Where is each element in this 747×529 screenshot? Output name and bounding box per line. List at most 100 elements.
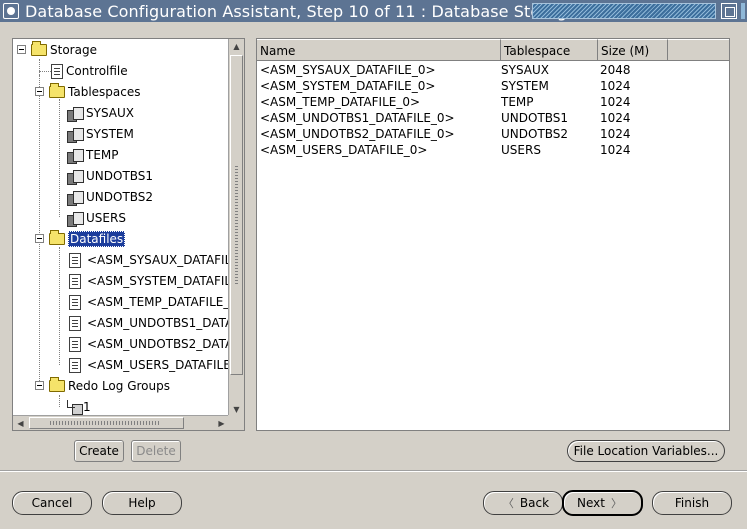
storage-tree: Storage Controlfile Tablespaces SYSAUX S… (13, 39, 229, 417)
cell-name: <ASM_UNDOTBS1_DATAFILE_0> (260, 111, 455, 125)
maximize-icon[interactable] (721, 3, 737, 19)
tree-node-storage[interactable]: Storage (17, 41, 97, 59)
column-header-tablespace[interactable]: Tablespace (501, 39, 598, 61)
tree-node-label: Datafiles (68, 231, 126, 247)
cell-name: <ASM_TEMP_DATAFILE_0> (260, 95, 421, 109)
tree-connector (59, 247, 60, 365)
tree-node-label: UNDOTBS2 (86, 190, 154, 204)
cell-name: <ASM_SYSTEM_DATAFILE_0> (260, 79, 436, 93)
tree-connector (39, 59, 40, 75)
datafile-icon (69, 273, 81, 289)
column-header-name[interactable]: Name (257, 39, 501, 61)
scroll-left-icon[interactable]: ◀ (13, 416, 28, 430)
tree-node-datafile[interactable]: <ASM_UNDOTBS2_DATAF (69, 335, 229, 353)
tree-node-datafile[interactable]: <ASM_TEMP_DATAFILE_0 (69, 293, 229, 311)
next-button[interactable]: Next 〉 (562, 490, 643, 516)
tree-node-tablespace[interactable]: USERS (67, 209, 126, 227)
tablespace-icon (67, 169, 84, 185)
tree-node-datafile[interactable]: <ASM_SYSTEM_DATAFILE_ (69, 272, 229, 290)
chevron-left-icon: 〈 (502, 497, 514, 510)
scroll-thumb[interactable] (29, 417, 184, 429)
tree-node-label: <ASM_TEMP_DATAFILE_0 (87, 295, 229, 309)
datafile-icon (69, 252, 81, 268)
cell-tablespace: SYSAUX (501, 63, 549, 77)
window-title: Database Configuration Assistant, Step 1… (25, 1, 578, 21)
title-bar: Database Configuration Assistant, Step 1… (0, 0, 747, 22)
tablespace-icon (67, 106, 84, 122)
tree-node-label: <ASM_SYSTEM_DATAFILE_ (87, 274, 229, 288)
cell-tablespace: UNDOTBS1 (501, 111, 569, 125)
folder-icon (49, 377, 65, 392)
tree-node-tablespace[interactable]: TEMP (67, 146, 119, 164)
datafile-icon (69, 315, 81, 331)
collapse-toggle-icon[interactable] (35, 87, 44, 96)
title-bar-drag-area[interactable] (532, 3, 716, 19)
cell-size: 1024 (600, 143, 631, 157)
tablespace-icon (67, 127, 84, 143)
finish-button[interactable]: Finish (652, 491, 732, 515)
storage-tree-panel: Storage Controlfile Tablespaces SYSAUX S… (12, 38, 245, 431)
create-button[interactable]: Create (74, 440, 124, 462)
tree-node-redo-log-groups[interactable]: Redo Log Groups (35, 377, 170, 395)
tree-connector (59, 395, 60, 407)
tree-node-label: TEMP (86, 148, 119, 162)
datafile-icon (69, 357, 81, 373)
tree-node-tablespace[interactable]: SYSAUX (67, 104, 134, 122)
tree-node-label: Redo Log Groups (68, 379, 170, 393)
cell-size: 2048 (600, 63, 631, 77)
cancel-button[interactable]: Cancel (12, 491, 92, 515)
folder-icon (49, 230, 65, 245)
tree-node-datafile[interactable]: <ASM_UNDOTBS1_DATAF (69, 314, 229, 332)
collapse-toggle-icon[interactable] (35, 234, 44, 243)
column-header-filler (668, 39, 729, 61)
cell-size: 1024 (600, 95, 631, 109)
scrollbar-corner (228, 415, 244, 430)
back-button-label: Back (519, 496, 550, 510)
tablespace-icon (67, 190, 84, 206)
tree-horizontal-scrollbar[interactable]: ◀ ▶ (13, 415, 229, 430)
tree-node-label: SYSTEM (86, 127, 134, 141)
tree-node-label: Controlfile (66, 64, 128, 78)
cell-name: <ASM_USERS_DATAFILE_0> (260, 143, 428, 157)
file-location-variables-button[interactable]: File Location Variables... (567, 440, 725, 462)
cell-size: 1024 (600, 79, 631, 93)
tablespace-icon (67, 211, 84, 227)
column-header-size[interactable]: Size (M) (598, 39, 668, 61)
tree-node-tablespaces[interactable]: Tablespaces (35, 83, 141, 101)
datafile-icon (69, 294, 81, 310)
folder-icon (49, 83, 65, 98)
help-button[interactable]: Help (102, 491, 182, 515)
redo-group-icon (67, 400, 83, 415)
tree-node-tablespace[interactable]: UNDOTBS2 (67, 188, 153, 206)
scroll-right-icon[interactable]: ▶ (214, 416, 229, 430)
tree-node-datafile[interactable]: <ASM_SYSAUX_DATAFILE_ (69, 251, 229, 269)
tree-node-redo-group[interactable]: 1 (67, 398, 91, 416)
datafile-icon (69, 336, 81, 352)
delete-button[interactable]: Delete (131, 440, 181, 462)
tree-node-datafile[interactable]: <ASM_USERS_DATAFILE_ (69, 356, 229, 374)
cell-size: 1024 (600, 127, 631, 141)
collapse-toggle-icon[interactable] (35, 381, 44, 390)
tree-connector (39, 71, 51, 72)
title-bar-edge (741, 3, 745, 19)
tree-node-label: USERS (86, 211, 126, 225)
scroll-thumb[interactable] (230, 55, 243, 375)
back-button[interactable]: 〈 Back (483, 491, 563, 515)
cell-size: 1024 (600, 111, 631, 125)
cell-name: <ASM_UNDOTBS2_DATAFILE_0> (260, 127, 455, 141)
cell-name: <ASM_SYSAUX_DATAFILE_0> (260, 63, 436, 77)
tree-node-tablespace[interactable]: SYSTEM (67, 125, 134, 143)
controlfile-icon (51, 63, 63, 79)
tree-node-label: UNDOTBS1 (86, 169, 154, 183)
tree-node-label: <ASM_UNDOTBS1_DATAF (87, 316, 229, 330)
tree-node-tablespace[interactable]: UNDOTBS1 (67, 167, 153, 185)
tree-node-label: <ASM_UNDOTBS2_DATAF (87, 337, 229, 351)
tree-node-label: Tablespaces (68, 85, 141, 99)
tree-node-datafiles[interactable]: Datafiles (35, 230, 126, 248)
tree-node-controlfile[interactable]: Controlfile (51, 62, 128, 80)
tree-node-label: 1 (83, 400, 91, 414)
window-menu-icon[interactable] (3, 3, 19, 19)
tree-vertical-scrollbar[interactable]: ▲ ▼ (228, 39, 244, 417)
scroll-up-icon[interactable]: ▲ (229, 39, 244, 54)
collapse-toggle-icon[interactable] (17, 45, 26, 54)
